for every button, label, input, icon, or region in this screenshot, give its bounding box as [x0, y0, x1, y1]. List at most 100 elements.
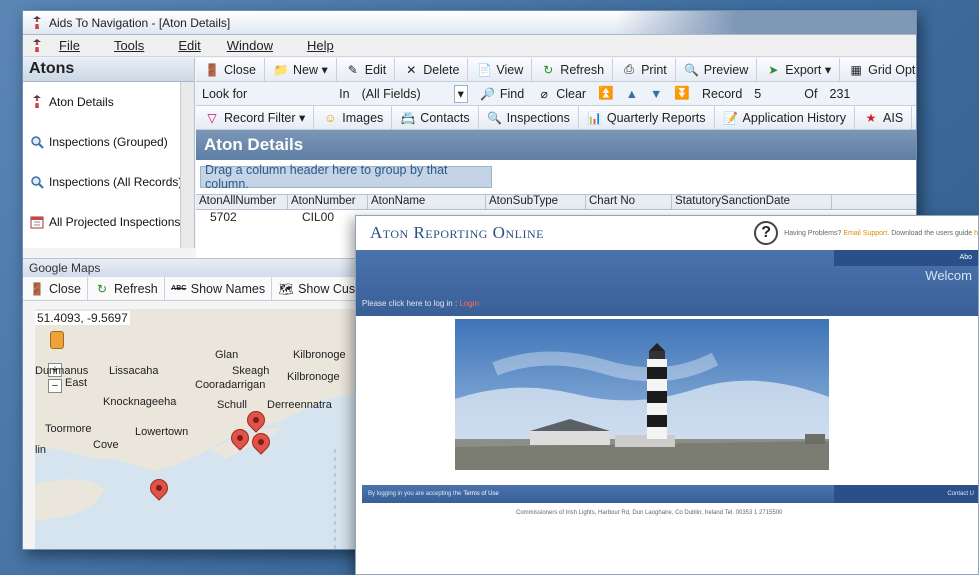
column-header[interactable]: AtonSubType: [486, 195, 586, 209]
titlebar-blurred-area: [616, 11, 916, 34]
sidebar-item-label: Inspections (All Records): [49, 174, 183, 189]
eraser-icon: ⌀: [540, 86, 548, 101]
close-door-icon: 🚪: [204, 62, 220, 77]
google-maps-panel: Google Maps 🚪 Close ↻ Refresh ABC Show Name…: [23, 258, 373, 549]
column-header[interactable]: AtonAllNumber: [196, 195, 288, 209]
ais-icon: ★: [865, 110, 877, 125]
show-names-button[interactable]: ABC Show Names: [165, 277, 273, 300]
images-icon: ☺: [324, 110, 337, 125]
contacts-button[interactable]: 📇 Contacts: [392, 106, 479, 129]
about-link[interactable]: Abo: [834, 250, 978, 266]
sidebar-item-label: All Projected Inspections: [49, 214, 181, 229]
prev-record-button[interactable]: ▲: [620, 82, 644, 105]
menu-window[interactable]: Window: [227, 38, 273, 53]
binoculars-icon: 🔎: [480, 86, 496, 101]
print-button[interactable]: ⎙ Print: [613, 58, 676, 81]
sidebar-item-inspections-all[interactable]: Inspections (All Records): [23, 162, 194, 202]
column-header[interactable]: AtonNumber: [288, 195, 368, 209]
zoom-out-button[interactable]: −: [48, 379, 62, 393]
map-close-button[interactable]: 🚪 Close: [23, 277, 88, 300]
column-header[interactable]: Chart No: [586, 195, 672, 209]
quarterly-reports-button[interactable]: 📊 Quarterly Reports: [579, 106, 715, 129]
login-link[interactable]: Login: [459, 299, 479, 308]
sidebar-heading: Atons: [23, 58, 194, 82]
new-button[interactable]: 📁 New ▾: [265, 58, 337, 81]
panel-title: Aton Details: [196, 130, 916, 160]
help-question-icon[interactable]: ?: [754, 221, 779, 245]
find-button[interactable]: 🔎 Find: [474, 82, 530, 105]
new-folder-icon: 📁: [273, 62, 289, 77]
main-toolbar: 🚪 Close 📁 New ▾ ✎ Edit ✕ Delete 📄 View ↻ Refre…: [196, 58, 916, 82]
map-place-label: Cove: [93, 439, 119, 451]
grid-options-button[interactable]: ▦Grid Option: [840, 58, 916, 81]
ais-button[interactable]: ★ AIS: [855, 106, 913, 129]
login-prompt: Please click here to log in : Login: [362, 299, 479, 308]
sidebar-item-inspections-grouped[interactable]: Inspections (Grouped): [23, 122, 194, 162]
pegman-icon[interactable]: [50, 331, 64, 349]
map-place-label: Toormore: [45, 423, 92, 435]
help-text: Having Problems?: [784, 229, 842, 237]
look-for-input[interactable]: [253, 82, 333, 105]
group-by-area[interactable]: Drag a column header here to group by th…: [200, 163, 492, 191]
refresh-button[interactable]: ↻ Refresh: [532, 58, 614, 81]
menu-tools[interactable]: Tools: [114, 38, 144, 53]
contact-link[interactable]: Contact U: [834, 485, 978, 503]
google-maps-toolbar: 🚪 Close ↻ Refresh ABC Show Names 🗺 Show Cust…: [23, 277, 373, 301]
menu-file[interactable]: File: [59, 38, 80, 53]
map-canvas[interactable]: 51.4093, -9.5697 + − Glan Kilbronoge Dun…: [35, 309, 355, 549]
map-place-label: Derreennatra: [267, 399, 332, 411]
sidebar-item-aton-details[interactable]: Aton Details: [23, 82, 194, 122]
sidebar-scrollbar[interactable]: [180, 82, 194, 248]
in-select[interactable]: (All Fields) ▾: [356, 82, 474, 105]
map-place-label: lin: [35, 444, 47, 456]
secondary-toolbar: ▽ Record Filter ▾ ☺ Images 📇 Contacts 🔍 Insp…: [196, 106, 916, 130]
next-record-button[interactable]: ▼: [644, 82, 668, 105]
lighthouse-icon: [29, 15, 45, 31]
sidebar-item-projected-inspections[interactable]: All Projected Inspections: [23, 202, 194, 242]
in-label: In: [339, 86, 350, 101]
clear-button[interactable]: ⌀ Clear: [530, 82, 592, 105]
column-header[interactable]: StatutorySanctionDate: [672, 195, 832, 209]
lighthouse-icon: [29, 38, 45, 54]
sidebar: Atons Aton Details Inspections (Grouped)…: [23, 58, 195, 248]
help-area: ? Having Problems? Email Support. Downlo…: [754, 221, 978, 245]
menu-help[interactable]: Help: [307, 38, 334, 53]
guide-text: Download the users guide: [891, 229, 973, 237]
map-refresh-button[interactable]: ↻ Refresh: [88, 277, 165, 300]
view-icon: 📄: [476, 62, 492, 77]
aro-header: Aton Reporting Online ? Having Problems?…: [356, 216, 978, 250]
map-place-label: Cooradarrigan: [195, 379, 266, 391]
map-place-label: Knocknageeha: [103, 396, 177, 408]
map-place-label: Lowertown: [135, 426, 189, 438]
export-icon: ➤: [768, 62, 779, 77]
last-record-button[interactable]: ⏬: [668, 82, 696, 105]
google-maps-title: Google Maps: [23, 259, 363, 277]
map-place-label: East: [65, 377, 88, 389]
record-filter-button[interactable]: ▽ Record Filter ▾: [196, 106, 315, 129]
contacts-icon: 📇: [400, 110, 416, 125]
export-button[interactable]: ➤ Export ▾: [757, 58, 841, 81]
terms-of-use-link[interactable]: Terms of Use: [463, 491, 498, 497]
sidebar-item-label: Inspections (Grouped): [49, 134, 168, 149]
images-button[interactable]: ☺ Images: [314, 106, 393, 129]
column-header[interactable]: AtonName: [368, 195, 486, 209]
delete-button[interactable]: ✕ Delete: [395, 58, 469, 81]
inspections-button[interactable]: 🔍 Inspections: [479, 106, 579, 129]
edit-button[interactable]: ✎ Edit: [337, 58, 396, 81]
grid-icon: ▦: [850, 62, 862, 77]
menu-bar: File Tools Edit Window Help: [23, 35, 916, 57]
record-number-input[interactable]: 5: [748, 82, 798, 105]
users-guide-link[interactable]: h: [974, 230, 978, 237]
close-button[interactable]: 🚪 Close: [196, 58, 265, 81]
view-button[interactable]: 📄 View: [468, 58, 533, 81]
magnifier-icon: [29, 174, 45, 190]
preview-button[interactable]: 🔍 Preview: [676, 58, 758, 81]
aro-logo: Aton Reporting Online: [370, 223, 544, 242]
email-support-link[interactable]: Email Support.: [843, 230, 889, 237]
map-coordinates: 51.4093, -9.5697: [35, 311, 130, 325]
menu-edit[interactable]: Edit: [178, 38, 200, 53]
first-record-button[interactable]: ⏫: [592, 82, 620, 105]
map-place-label: Glan: [215, 349, 239, 361]
of-label: Of: [804, 86, 818, 101]
application-history-button[interactable]: 📝 Application History: [715, 106, 856, 129]
